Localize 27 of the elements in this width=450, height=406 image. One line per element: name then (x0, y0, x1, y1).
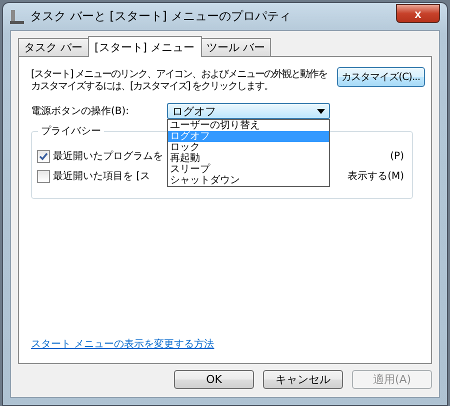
customize-button[interactable]: カスタマイズ(C)... (336, 67, 425, 87)
checkbox[interactable] (37, 170, 50, 182)
tab[interactable]: [スタート] メニュー (88, 36, 202, 57)
close-button[interactable]: x (396, 4, 440, 23)
power-action-dropdown[interactable]: ログオフ (167, 103, 330, 119)
checkbox-label: 最近開いた項目を [ス (53, 170, 150, 183)
dropdown-option[interactable]: 再起動 (168, 153, 329, 164)
taskbar-icon (10, 8, 24, 24)
description-text: [スタート] メニューのリンク、アイコン、およびメニューの外観と動作を (31, 69, 327, 81)
tab[interactable]: タスク バー (18, 38, 88, 56)
help-link[interactable]: スタート メニューの表示を変更する方法 (31, 337, 214, 351)
dialog-button[interactable]: キャンセル (263, 370, 343, 389)
dropdown-option[interactable]: スリープ (168, 164, 329, 175)
checkbox-label: 最近開いたプログラムを (53, 150, 163, 163)
tab[interactable]: ツール バー (200, 38, 272, 56)
checkbox[interactable] (37, 150, 50, 162)
checkbox-label: (P) (390, 150, 404, 162)
field-label: 電源ボタンの操作(B): (31, 105, 130, 118)
dropdown-option[interactable]: ロック (168, 142, 329, 153)
dropdown-option[interactable]: シャットダウン (168, 175, 329, 186)
caret-icon (317, 108, 325, 114)
dialog-button[interactable]: OK (174, 370, 254, 389)
description-text: カスタマイズするには、[カスタマイズ] をクリックします。 (31, 81, 273, 93)
group-title: プライバシー (38, 124, 104, 138)
dropdown-option[interactable]: ユーザーの切り替え (168, 120, 329, 131)
window-title: タスク バーと [スタート] メニューのプロパティ (30, 8, 292, 25)
checkbox-label: 表示する(M) (348, 170, 404, 183)
